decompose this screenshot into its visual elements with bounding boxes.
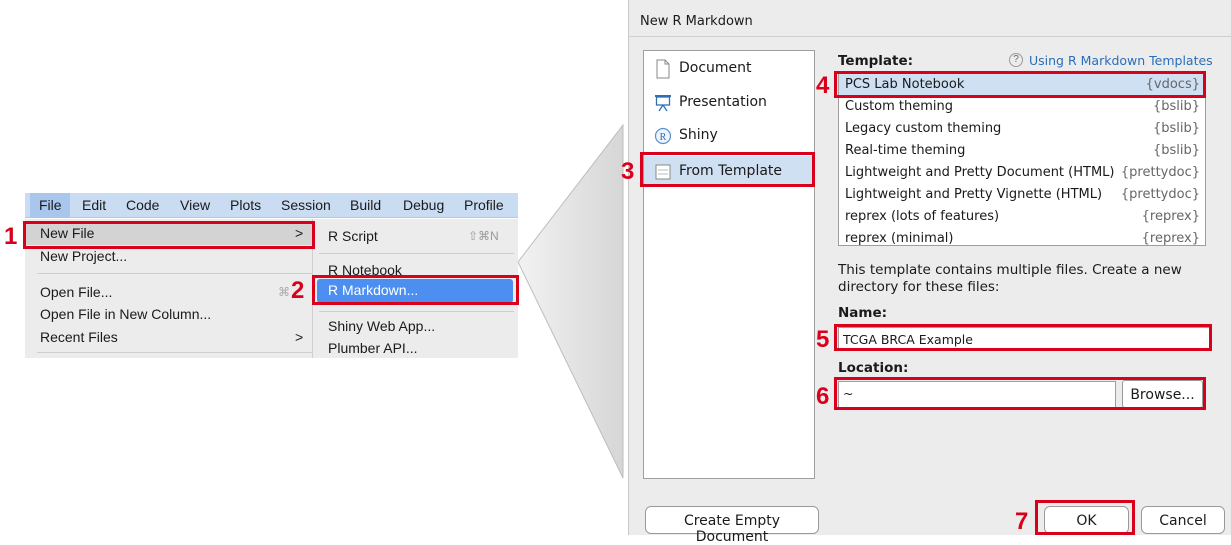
title-divider [629,36,1231,37]
step-number-6: 6 [816,383,830,410]
template-package: {reprex} [1141,209,1200,224]
template-row[interactable]: Lightweight and Pretty Vignette (HTML) {… [839,184,1205,206]
location-label: Location: [838,360,909,376]
submenu-item-r-script[interactable]: R Script [328,228,378,244]
menu-separator [37,352,312,353]
menu-code[interactable]: Code [126,197,159,213]
doc-type-label: Presentation [679,94,767,110]
template-row[interactable]: reprex (lots of features) {reprex} [839,206,1205,228]
callout-box-5 [834,324,1212,351]
menu-profile[interactable]: Profile [464,197,504,213]
template-description: This template contains multiple files. C… [838,262,1182,295]
step-number-5: 5 [816,326,830,353]
menu-plots[interactable]: Plots [230,197,261,213]
callout-box-3 [640,152,815,187]
template-row[interactable]: reprex (minimal) {reprex} [839,228,1205,250]
template-list: PCS Lab Notebook {vdocs} Custom theming … [838,72,1206,246]
menu-file[interactable]: File [30,193,70,218]
menu-view[interactable]: View [180,197,210,213]
submenu-item-shiny-web-app[interactable]: Shiny Web App... [328,318,435,334]
template-name: Real-time theming [845,143,966,158]
template-package: {bslib} [1152,121,1200,136]
step-number-3: 3 [621,158,635,185]
zoom-funnel-graphic [518,123,624,479]
template-row[interactable]: Lightweight and Pretty Document (HTML) {… [839,162,1205,184]
template-label: Template: [838,53,914,69]
menu-bar: File Edit Code View Plots Session Build … [25,193,518,218]
doc-type-shiny[interactable]: R Shiny [644,120,814,152]
template-package: {reprex} [1141,231,1200,246]
callout-box-1 [23,221,315,249]
template-package: {prettydoc} [1120,187,1200,202]
menu-separator [319,311,514,312]
template-row[interactable]: Custom theming {bslib} [839,96,1205,118]
doc-type-presentation[interactable]: Presentation [644,87,814,119]
menu-item-recent-files[interactable]: Recent Files [40,329,118,345]
callout-box-7 [1035,500,1135,535]
callout-box-2 [312,275,519,305]
doc-type-label: Document [679,60,752,76]
r-script-shortcut: ⇧⌘N [468,229,499,243]
template-row[interactable]: Legacy custom theming {bslib} [839,118,1205,140]
menu-item-open-file[interactable]: Open File... [40,284,112,300]
svg-text:R: R [660,132,667,143]
menu-build[interactable]: Build [350,197,381,213]
submenu-arrow-icon: > [295,329,304,345]
create-empty-document-button[interactable]: Create Empty Document [645,506,819,545]
shiny-icon: R [654,127,672,145]
template-name: Lightweight and Pretty Vignette (HTML) [845,187,1103,202]
callout-box-6 [834,377,1206,410]
document-icon [656,59,670,79]
menu-edit[interactable]: Edit [82,197,106,213]
template-package: {prettydoc} [1120,165,1200,180]
help-icon[interactable]: ? [1009,53,1023,67]
template-name: reprex (lots of features) [845,209,1000,224]
menu-item-open-new-column[interactable]: Open File in New Column... [40,306,211,322]
template-package: {bslib} [1152,143,1200,158]
name-label: Name: [838,305,888,321]
document-type-list: Document Presentation R Shiny From Templ… [643,50,815,479]
template-name: Lightweight and Pretty Document (HTML) [845,165,1115,180]
template-name: Custom theming [845,99,954,114]
step-number-2: 2 [291,277,305,304]
template-package: {bslib} [1152,99,1200,114]
menu-item-new-project[interactable]: New Project... [40,248,127,264]
callout-box-4 [834,71,1206,98]
menu-separator [37,273,312,274]
submenu-item-plumber-api[interactable]: Plumber API... [328,340,417,356]
step-number-4: 4 [816,72,830,99]
help-link[interactable]: Using R Markdown Templates [1029,53,1213,68]
doc-type-label: Shiny [679,127,718,143]
template-name: Legacy custom theming [845,121,1002,136]
step-number-1: 1 [4,223,18,250]
menu-separator [319,253,514,254]
open-file-shortcut: ⌘ [278,285,290,299]
cancel-button[interactable]: Cancel [1141,506,1225,534]
template-row[interactable]: Real-time theming {bslib} [839,140,1205,162]
presentation-icon [655,95,671,112]
doc-type-document[interactable]: Document [644,53,814,85]
menu-session[interactable]: Session [281,197,331,213]
template-name: reprex (minimal) [845,231,954,246]
menu-debug[interactable]: Debug [403,197,444,213]
step-number-7: 7 [1015,508,1029,535]
dialog-title: New R Markdown [640,14,753,29]
